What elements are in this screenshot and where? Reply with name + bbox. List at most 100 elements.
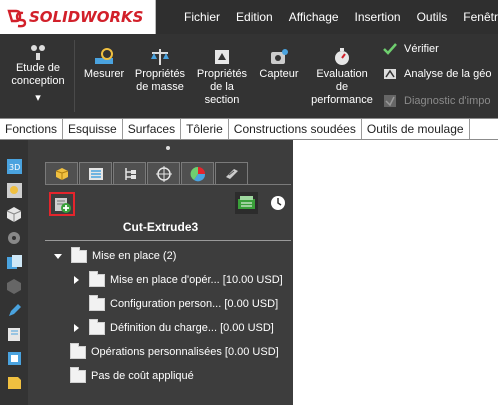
cost-sheet-button[interactable] <box>235 192 258 214</box>
svg-text:3D: 3D <box>9 163 20 172</box>
feature-manager-icon <box>55 168 69 180</box>
mass-props-label-1: Propriétés <box>134 68 186 80</box>
section-properties-button[interactable]: Propriétés de la section <box>192 34 252 107</box>
solidworks-window: SOLIDWORKS Fichier Edition Affichage Ins… <box>0 0 498 405</box>
folder-icon <box>89 270 105 287</box>
task-pane-strip: 3D <box>0 140 28 405</box>
tab-feature-manager[interactable] <box>45 162 78 185</box>
design-study-button[interactable]: Etude de conception ▾ <box>4 34 72 105</box>
gear-cube-icon[interactable] <box>6 230 23 247</box>
tab-esquisse[interactable]: Esquisse <box>63 119 123 139</box>
dimxpert-icon <box>156 166 172 182</box>
property-manager-icon <box>89 168 103 180</box>
verify-button[interactable]: Vérifier <box>382 40 439 58</box>
cost-sheet-icon <box>238 196 255 209</box>
costing-template-button[interactable] <box>49 192 75 216</box>
import-diagnostics-icon <box>384 95 396 107</box>
verify-label: Vérifier <box>404 43 439 55</box>
sensor-icon <box>271 49 288 64</box>
solidworks-logo[interactable]: SOLIDWORKS <box>0 0 156 34</box>
design-study-label-2: conception <box>11 75 65 87</box>
measure-icon <box>95 48 113 64</box>
tab-tolerie[interactable]: Tôlerie <box>181 119 229 139</box>
grey-cube-icon[interactable] <box>6 278 23 295</box>
cube-view-icon[interactable] <box>6 206 23 223</box>
menu-fichier[interactable]: Fichier <box>184 10 220 24</box>
menu-outils[interactable]: Outils <box>417 10 448 24</box>
collapse-caret-icon[interactable] <box>74 324 79 332</box>
sensor-button[interactable]: Capteur <box>254 34 304 81</box>
import-diagnostics-label: Diagnostic d'impo <box>404 95 491 107</box>
tab-underline <box>45 184 291 185</box>
menu-fenetre[interactable]: Fenêtre <box>463 10 498 24</box>
perf-eval-label-1: Evaluation <box>316 68 368 80</box>
perf-eval-label-3: performance <box>311 94 373 106</box>
tree-item-definition-du-chargement[interactable]: Définition du charge... [0.00 USD] <box>74 318 274 338</box>
tree-item-label: Pas de coût appliqué <box>91 370 194 382</box>
menu-affichage[interactable]: Affichage <box>289 10 339 24</box>
tree-item-label: Opérations personnalisées [0.00 USD] <box>91 346 279 358</box>
performance-evaluation-button[interactable]: Evaluation de performance <box>306 34 378 107</box>
tab-costing-manager[interactable] <box>215 162 248 185</box>
section-props-label-1: Propriétés <box>196 68 248 80</box>
scale-icon <box>151 49 169 65</box>
stopwatch-icon <box>335 48 349 65</box>
expand-caret-icon[interactable] <box>54 253 62 259</box>
tree-item-mise-en-place-operation[interactable]: Mise en place d'opér... [10.00 USD] <box>74 270 283 290</box>
tab-constructions-soudees[interactable]: Constructions soudées <box>229 119 362 139</box>
folder-icon <box>89 294 105 311</box>
pencil-icon[interactable] <box>6 302 23 319</box>
measure-label: Mesurer <box>83 68 125 80</box>
section-props-label-3: section <box>204 94 240 106</box>
configuration-manager-icon <box>125 168 136 180</box>
tab-fonctions[interactable]: Fonctions <box>0 119 64 139</box>
import-diagnostics-button[interactable]: Diagnostic d'impo <box>382 92 490 110</box>
panel-resize-handle[interactable] <box>166 146 170 150</box>
3d-box-icon[interactable]: 3D <box>6 158 23 175</box>
cube-sheet-icon[interactable] <box>6 374 23 391</box>
section-icon <box>215 50 229 64</box>
design-library-icon[interactable] <box>6 254 23 271</box>
folder-icon <box>70 342 86 359</box>
tree-item-pas-de-cout[interactable]: Pas de coût appliqué <box>70 366 194 386</box>
tab-outils-de-moulage[interactable]: Outils de moulage <box>362 119 470 139</box>
ribbon-separator <box>74 40 75 112</box>
palette-icon[interactable] <box>6 182 23 199</box>
display-manager-icon <box>190 166 206 182</box>
measure-button[interactable]: Mesurer <box>80 34 128 81</box>
menu-insertion[interactable]: Insertion <box>355 10 401 24</box>
graphics-area[interactable] <box>293 140 498 405</box>
design-study-label-1: Etude de <box>15 62 61 74</box>
title-bar: SOLIDWORKS Fichier Edition Affichage Ins… <box>0 0 498 34</box>
command-manager-tabs: Fonctions Esquisse Surfaces Tôlerie Cons… <box>0 118 498 140</box>
tree-item-label: Définition du charge... [0.00 USD] <box>110 322 274 334</box>
tree-item-operations-personnalisees[interactable]: Opérations personnalisées [0.00 USD] <box>70 342 279 362</box>
cube-blue-icon[interactable] <box>6 350 23 367</box>
clock-icon[interactable] <box>269 194 287 212</box>
tab-surfaces[interactable]: Surfaces <box>123 119 182 139</box>
logo-text: SOLIDWORKS <box>29 8 144 26</box>
design-study-dropdown-icon[interactable]: ▾ <box>4 92 72 105</box>
tree-item-mise-en-place[interactable]: Mise en place (2) <box>54 246 176 266</box>
menu-edition[interactable]: Edition <box>236 10 273 24</box>
sensor-label: Capteur <box>259 68 299 80</box>
menu-bar: Fichier Edition Affichage Insertion Outi… <box>184 0 498 34</box>
geometry-analysis-icon <box>384 69 396 79</box>
tree-item-label: Configuration person... [0.00 USD] <box>110 298 279 310</box>
add-cost-icon <box>55 198 71 213</box>
perf-eval-label-2: de <box>335 81 349 93</box>
mass-properties-button[interactable]: Propriétés de masse <box>130 34 190 94</box>
section-props-label-2: de la <box>210 81 234 93</box>
geometry-analysis-button[interactable]: Analyse de la géo <box>382 65 491 83</box>
collapse-caret-icon[interactable] <box>74 276 79 284</box>
geometry-analysis-label: Analyse de la géo <box>404 68 492 80</box>
tab-configuration-manager[interactable] <box>113 162 146 185</box>
tree-item-label: Mise en place d'opér... [10.00 USD] <box>110 274 283 286</box>
tab-property-manager[interactable] <box>79 162 112 185</box>
tab-display-manager[interactable] <box>181 162 214 185</box>
book-icon[interactable] <box>6 326 23 343</box>
tab-dimxpert-manager[interactable] <box>147 162 180 185</box>
tree-item-configuration-personnalisee[interactable]: Configuration person... [0.00 USD] <box>89 294 278 314</box>
design-study-icon <box>31 45 45 60</box>
costing-icon <box>226 169 238 179</box>
